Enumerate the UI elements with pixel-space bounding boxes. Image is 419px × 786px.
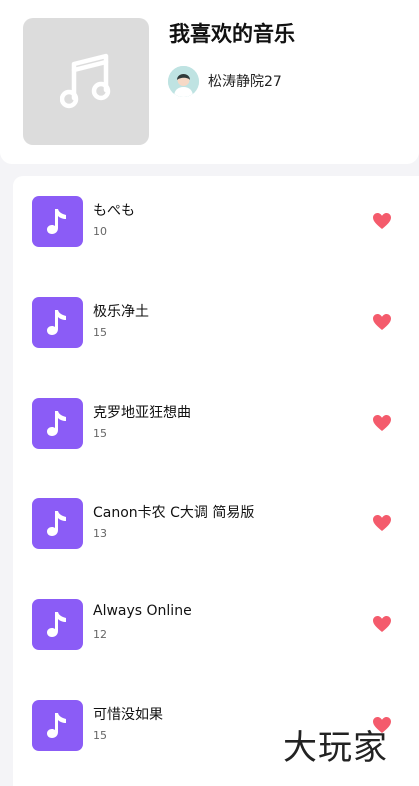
song-row[interactable]: 极乐净土 15 [13, 277, 419, 377]
song-thumbnail [32, 297, 83, 348]
music-note-icon [47, 612, 66, 637]
song-thumbnail [32, 599, 83, 650]
creator-name: 松涛静院27 [208, 74, 282, 90]
song-count: 15 [93, 427, 107, 440]
music-note-icon [47, 310, 66, 335]
creator-info[interactable]: 松涛静院27 [168, 65, 282, 97]
watermark-text: 大玩家 [283, 728, 388, 768]
music-note-icon [47, 511, 66, 536]
music-note-icon [47, 209, 66, 234]
heart-icon[interactable] [372, 313, 392, 331]
song-row[interactable]: 克罗地亚狂想曲 15 [13, 378, 419, 478]
song-title: 可惜没如果 [93, 707, 163, 723]
song-title: 极乐净土 [93, 304, 149, 320]
song-thumbnail [32, 700, 83, 751]
song-thumbnail [32, 398, 83, 449]
music-note-icon [47, 411, 66, 436]
heart-icon[interactable] [372, 615, 392, 633]
heart-icon[interactable] [372, 212, 392, 230]
user-avatar-icon [168, 65, 199, 97]
heart-icon[interactable] [372, 514, 392, 532]
song-count: 13 [93, 527, 107, 540]
song-thumbnail [32, 498, 83, 549]
playlist-header: 我喜欢的音乐 松涛静院27 [0, 0, 419, 164]
song-count: 15 [93, 326, 107, 339]
song-row[interactable]: Always Online 12 [13, 579, 419, 679]
music-note-icon [60, 53, 111, 109]
song-list: もぺも 10 极乐净土 15 克罗地亚狂想曲 15 Canon卡农 C大调 简易… [13, 176, 419, 786]
creator-avatar[interactable] [168, 65, 199, 97]
song-thumbnail [32, 196, 83, 247]
heart-icon[interactable] [372, 414, 392, 432]
music-note-icon [47, 713, 66, 738]
song-row[interactable]: もぺも 10 [13, 176, 419, 276]
playlist-cover[interactable] [23, 18, 149, 145]
song-title: もぺも [93, 203, 135, 219]
song-title: 克罗地亚狂想曲 [93, 405, 191, 421]
song-count: 10 [93, 225, 107, 238]
song-count: 12 [93, 628, 107, 641]
song-title: Canon卡农 C大调 简易版 [93, 505, 255, 521]
song-row[interactable]: Canon卡农 C大调 简易版 13 [13, 478, 419, 578]
song-title: Always Online [93, 603, 192, 619]
playlist-title: 我喜欢的音乐 [169, 22, 295, 46]
song-count: 15 [93, 729, 107, 742]
